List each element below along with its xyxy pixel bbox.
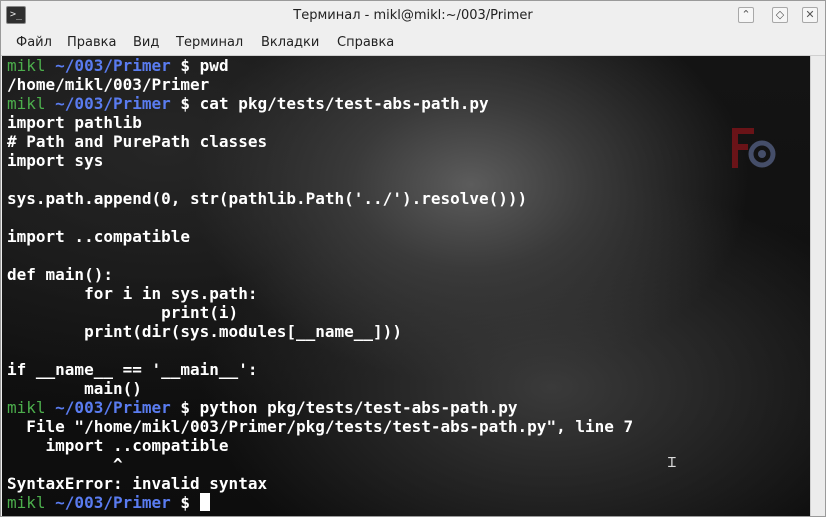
output-line: import pathlib [7, 113, 142, 132]
menu-edit[interactable]: Правка [64, 34, 119, 51]
terminal-output[interactable]: mikl ~/003/Primer $ pwd/home/mikl/003/Pr… [2, 56, 810, 516]
terminal-scrollbar[interactable] [810, 56, 825, 516]
output-line: SyntaxError: invalid syntax [7, 474, 268, 493]
close-button[interactable]: ✕ [802, 7, 818, 23]
prompt-symbol: $ [170, 398, 200, 417]
prompt-symbol: $ [170, 493, 200, 512]
freecad-watermark-icon [732, 128, 776, 168]
prompt-line: mikl ~/003/Primer $ python pkg/tests/tes… [7, 398, 518, 417]
output-line: ^ [7, 455, 123, 474]
output-line: main() [7, 379, 142, 398]
prompt-line: mikl ~/003/Primer $ pwd [7, 56, 229, 75]
prompt-user: mikl [7, 398, 46, 417]
title-bar[interactable]: >_ Терминал - mikl@mikl:~/003/Primer ⌃ ◇… [1, 1, 825, 31]
maximize-button[interactable]: ◇ [772, 7, 788, 23]
minimize-button[interactable]: ⌃ [738, 7, 754, 23]
menu-help[interactable]: Справка [334, 34, 397, 51]
output-line: import ..compatible [7, 436, 229, 455]
prompt-line: mikl ~/003/Primer $ [7, 493, 210, 512]
prompt-line: mikl ~/003/Primer $ cat pkg/tests/test-a… [7, 94, 489, 113]
output-line: print(i) [7, 303, 239, 322]
prompt-user: mikl [7, 94, 46, 113]
block-cursor [199, 493, 210, 511]
prompt-user: mikl [7, 493, 46, 512]
prompt-symbol: $ [170, 94, 200, 113]
command-text: cat pkg/tests/test-abs-path.py [199, 94, 489, 113]
output-line: if __name__ == '__main__': [7, 360, 258, 379]
prompt-path: ~/003/Primer [45, 398, 171, 417]
output-line: print(dir(sys.modules[__name__])) [7, 322, 402, 341]
output-line: def main(): [7, 265, 113, 284]
prompt-path: ~/003/Primer [45, 94, 171, 113]
prompt-user: mikl [7, 56, 46, 75]
output-line: import sys [7, 151, 104, 170]
prompt-symbol: $ [170, 56, 200, 75]
command-text: pwd [199, 56, 229, 75]
command-text: python pkg/tests/test-abs-path.py [199, 398, 518, 417]
menu-bar: Файл Правка Вид Терминал Вкладки Справка [1, 31, 825, 56]
output-line: import ..compatible [7, 227, 191, 246]
text-cursor-icon: Ɪ [668, 455, 676, 471]
terminal-window: >_ Терминал - mikl@mikl:~/003/Primer ⌃ ◇… [0, 0, 826, 517]
prompt-path: ~/003/Primer [45, 493, 171, 512]
menu-tabs[interactable]: Вкладки [258, 34, 322, 51]
output-line: for i in sys.path: [7, 284, 258, 303]
output-line: sys.path.append(0, str(pathlib.Path('../… [7, 189, 528, 208]
prompt-path: ~/003/Primer [45, 56, 171, 75]
menu-terminal[interactable]: Терминал [173, 34, 246, 51]
menu-view[interactable]: Вид [130, 34, 162, 51]
menu-file[interactable]: Файл [13, 34, 55, 51]
output-line: /home/mikl/003/Primer [7, 75, 210, 94]
output-line: # Path and PurePath classes [7, 132, 268, 151]
window-title: Терминал - mikl@mikl:~/003/Primer [293, 8, 533, 23]
output-line: File "/home/mikl/003/Primer/pkg/tests/te… [7, 417, 634, 436]
